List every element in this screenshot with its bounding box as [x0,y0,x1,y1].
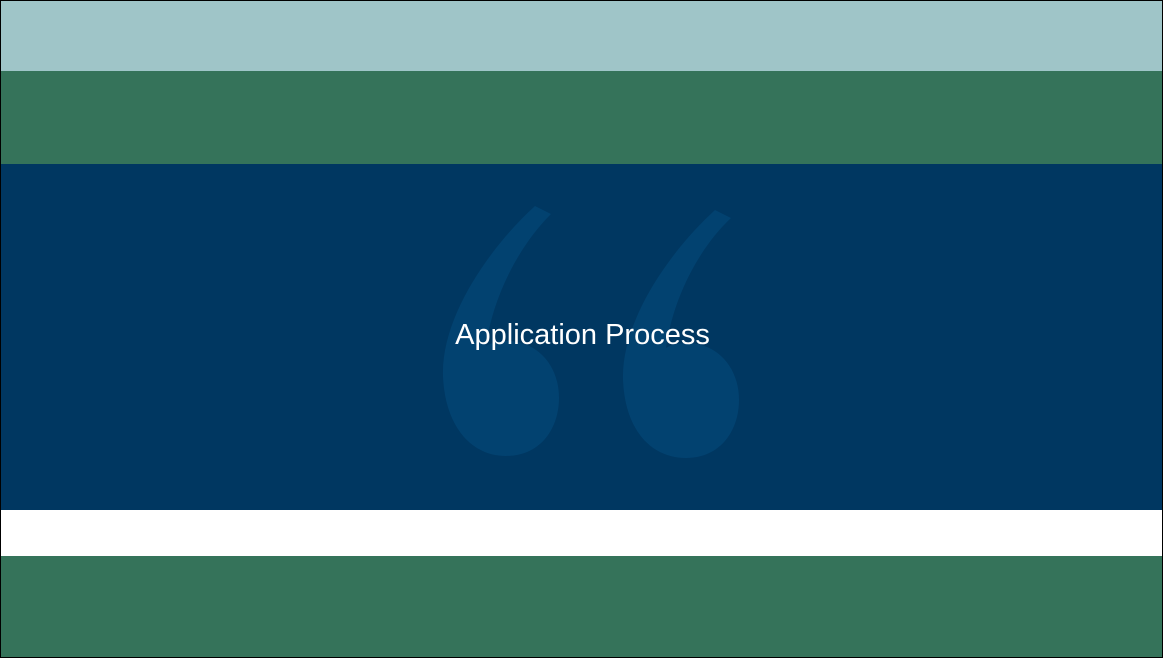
slide-title: Application Process [455,319,710,351]
upper-green-band [1,71,1162,164]
lower-green-band [1,556,1162,657]
white-divider-band [1,510,1162,556]
slide: Application Process [0,0,1163,658]
top-color-band [1,1,1162,71]
